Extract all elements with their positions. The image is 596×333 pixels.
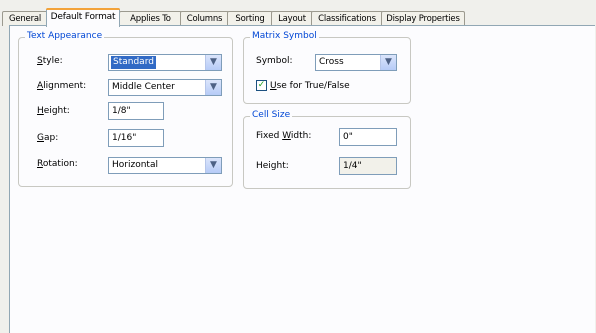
alignment-label: Alignment: [37, 81, 87, 91]
height-label: Height: [37, 106, 70, 116]
tab-panel: Text Appearance Style: Standard ▼ Alignm… [9, 25, 595, 333]
tab-label: Columns [186, 14, 223, 24]
rotation-label: Rotation: [37, 159, 78, 169]
fixed-width-input[interactable]: 0" [339, 128, 397, 146]
cell-height-input: 1/4" [339, 157, 397, 175]
style-value: Standard [111, 56, 156, 69]
alignment-value: Middle Center [112, 82, 175, 92]
text-appearance-group: Text Appearance Style: Standard ▼ Alignm… [18, 31, 233, 187]
tab-columns[interactable]: Columns [180, 11, 229, 26]
cell-height-label: Height: [256, 161, 289, 171]
style-label: Style: [37, 56, 63, 66]
gap-input[interactable]: 1/16" [108, 129, 164, 147]
tab-label: Layout [278, 14, 306, 24]
chevron-down-icon[interactable]: ▼ [205, 158, 221, 173]
tab-label: Applies To [130, 14, 171, 24]
group-legend: Cell Size [250, 110, 293, 120]
group-legend: Text Appearance [25, 31, 105, 41]
tab-label: Default Format [50, 12, 116, 22]
use-true-false-checkbox[interactable]: ✓ [256, 80, 267, 91]
chevron-down-icon[interactable]: ▼ [205, 55, 221, 70]
tab-layout[interactable]: Layout [271, 11, 313, 26]
chevron-down-icon[interactable]: ▼ [380, 55, 396, 70]
symbol-select[interactable]: Cross ▼ [315, 54, 397, 71]
style-select[interactable]: Standard ▼ [108, 54, 222, 71]
height-input[interactable]: 1/8" [108, 102, 164, 120]
fixed-width-label: Fixed Width: [256, 131, 312, 141]
rotation-value: Horizontal [112, 160, 158, 170]
tab-classifications[interactable]: Classifications [311, 11, 383, 26]
tab-display-properties[interactable]: Display Properties [381, 11, 465, 26]
tab-general[interactable]: General [2, 11, 48, 26]
checkmark-icon: ✓ [257, 80, 266, 90]
tab-label: Classifications [318, 14, 376, 24]
tab-label: Display Properties [386, 14, 460, 24]
gap-label: Gap: [37, 133, 59, 143]
chevron-down-icon[interactable]: ▼ [205, 80, 221, 95]
tab-default-format[interactable]: Default Format [46, 8, 120, 27]
rotation-select[interactable]: Horizontal ▼ [108, 157, 222, 174]
group-legend: Matrix Symbol [250, 31, 319, 41]
symbol-value: Cross [319, 57, 344, 67]
symbol-label: Symbol: [256, 56, 293, 66]
matrix-symbol-group: Matrix Symbol Symbol: Cross ▼ ✓ Use for … [243, 31, 411, 104]
tab-applies-to[interactable]: Applies To [119, 11, 182, 26]
tab-sorting[interactable]: Sorting [227, 11, 273, 26]
cell-size-group: Cell Size Fixed Width: 0" Height: 1/4" [243, 110, 411, 189]
tab-label: Sorting [235, 14, 265, 24]
use-true-false-label[interactable]: Use for True/False [270, 81, 350, 91]
tab-label: General [8, 14, 42, 24]
alignment-select[interactable]: Middle Center ▼ [108, 79, 222, 96]
